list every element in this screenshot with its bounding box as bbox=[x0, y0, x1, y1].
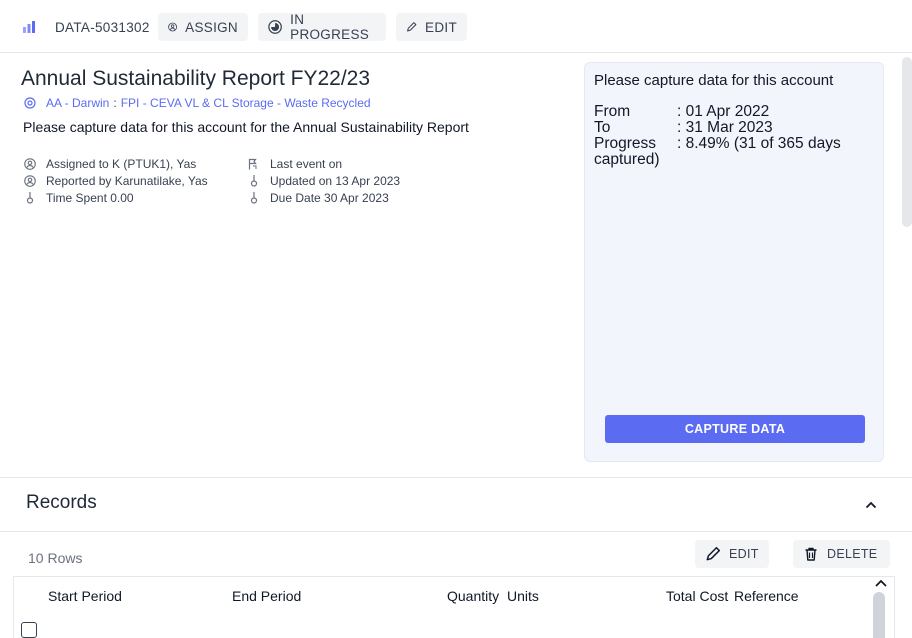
timeline-icon bbox=[250, 192, 258, 204]
time-spent-text: Time Spent 0.00 bbox=[46, 191, 134, 205]
records-delete-button[interactable]: DELETE bbox=[793, 540, 890, 568]
page-title: Annual Sustainability Report FY22/23 bbox=[21, 67, 371, 90]
pencil-icon bbox=[706, 546, 721, 561]
from-row: From : 01 Apr 2022 bbox=[594, 104, 884, 120]
records-delete-label: DELETE bbox=[827, 547, 878, 561]
section-divider bbox=[0, 531, 912, 532]
flag-icon bbox=[248, 158, 257, 170]
panel-title: Please capture data for this account bbox=[594, 72, 834, 89]
records-table: Start Period End Period Quantity Units T… bbox=[13, 576, 895, 638]
capture-data-button[interactable]: CAPTURE DATA bbox=[605, 415, 865, 443]
row-count: 10 Rows bbox=[28, 550, 83, 566]
breadcrumb-item-site[interactable]: AA - Darwin bbox=[46, 96, 109, 110]
page-scrollbar[interactable] bbox=[902, 57, 912, 227]
breadcrumb-item-account[interactable]: FPI - CEVA VL & CL Storage - Waste Recyc… bbox=[121, 96, 371, 110]
records-edit-label: EDIT bbox=[729, 547, 759, 561]
progress-circle-icon bbox=[268, 20, 282, 34]
breadcrumb-separator: : bbox=[113, 96, 117, 110]
pencil-icon bbox=[407, 22, 417, 32]
from-value: : 01 Apr 2022 bbox=[677, 103, 770, 120]
column-header-start-period[interactable]: Start Period bbox=[48, 588, 122, 604]
records-title: Records bbox=[26, 492, 97, 513]
meta-due-date: Due Date 30 Apr 2023 bbox=[248, 191, 389, 205]
to-row: To : 31 Mar 2023 bbox=[594, 120, 884, 136]
progress-row: Progress : 8.49% (31 of 365 days capture… bbox=[594, 136, 884, 168]
edit-button[interactable]: EDIT bbox=[396, 13, 467, 41]
updated-on-text: Updated on 13 Apr 2023 bbox=[270, 174, 401, 188]
toolbar: DATA-5031302 ASSIGN IN PROGRESS EDIT bbox=[0, 0, 912, 53]
record-id: DATA-5031302 bbox=[55, 19, 150, 35]
chevron-up-icon[interactable] bbox=[865, 500, 877, 510]
reported-by-text: Reported by Karunatilake, Yas bbox=[46, 174, 208, 188]
bar-chart-icon bbox=[22, 13, 36, 41]
assign-label: ASSIGN bbox=[185, 19, 238, 35]
column-header-quantity[interactable]: Quantity bbox=[447, 588, 499, 604]
row-checkbox[interactable] bbox=[21, 622, 37, 638]
capture-panel: Please capture data for this account Fro… bbox=[584, 62, 884, 462]
edit-label: EDIT bbox=[425, 19, 457, 35]
table-scrollbar[interactable] bbox=[873, 592, 885, 638]
timeline-icon bbox=[250, 175, 258, 187]
status-button[interactable]: IN PROGRESS bbox=[258, 12, 386, 42]
timeline-icon bbox=[26, 192, 34, 204]
description: Please capture data for this account for… bbox=[23, 119, 469, 135]
records-edit-button[interactable]: EDIT bbox=[695, 540, 769, 568]
assign-button[interactable]: ASSIGN bbox=[158, 13, 248, 41]
user-circle-icon bbox=[24, 175, 36, 187]
user-circle-icon bbox=[24, 158, 36, 170]
last-event-text: Last event on bbox=[270, 157, 343, 171]
to-label: To bbox=[594, 119, 611, 136]
status-label: IN PROGRESS bbox=[290, 12, 370, 42]
meta-updated-on: Updated on 13 Apr 2023 bbox=[248, 174, 400, 188]
column-header-end-period[interactable]: End Period bbox=[232, 588, 301, 604]
breadcrumb: AA - Darwin : FPI - CEVA VL & CL Storage… bbox=[24, 96, 371, 110]
meta-assigned-to: Assigned to K (PTUK1), Yas bbox=[24, 157, 196, 171]
trash-icon bbox=[805, 547, 817, 561]
section-divider bbox=[0, 477, 912, 478]
due-date-text: Due Date 30 Apr 2023 bbox=[270, 191, 389, 205]
column-header-total-cost[interactable]: Total Cost bbox=[666, 588, 728, 604]
meta-time-spent: Time Spent 0.00 bbox=[24, 191, 134, 205]
progress-value: : 8.49% (31 of 365 days captured) bbox=[594, 135, 841, 168]
from-label: From bbox=[594, 103, 631, 120]
meta-reported-by: Reported by Karunatilake, Yas bbox=[24, 174, 208, 188]
to-value: : 31 Mar 2023 bbox=[677, 119, 773, 136]
column-header-reference[interactable]: Reference bbox=[734, 588, 799, 604]
user-circle-icon bbox=[168, 22, 177, 32]
assigned-to-text: Assigned to K (PTUK1), Yas bbox=[46, 157, 197, 171]
meta-last-event: Last event on bbox=[248, 157, 342, 171]
chevron-up-icon[interactable] bbox=[874, 578, 888, 588]
location-pin-icon bbox=[24, 97, 36, 109]
column-header-units[interactable]: Units bbox=[507, 588, 539, 604]
